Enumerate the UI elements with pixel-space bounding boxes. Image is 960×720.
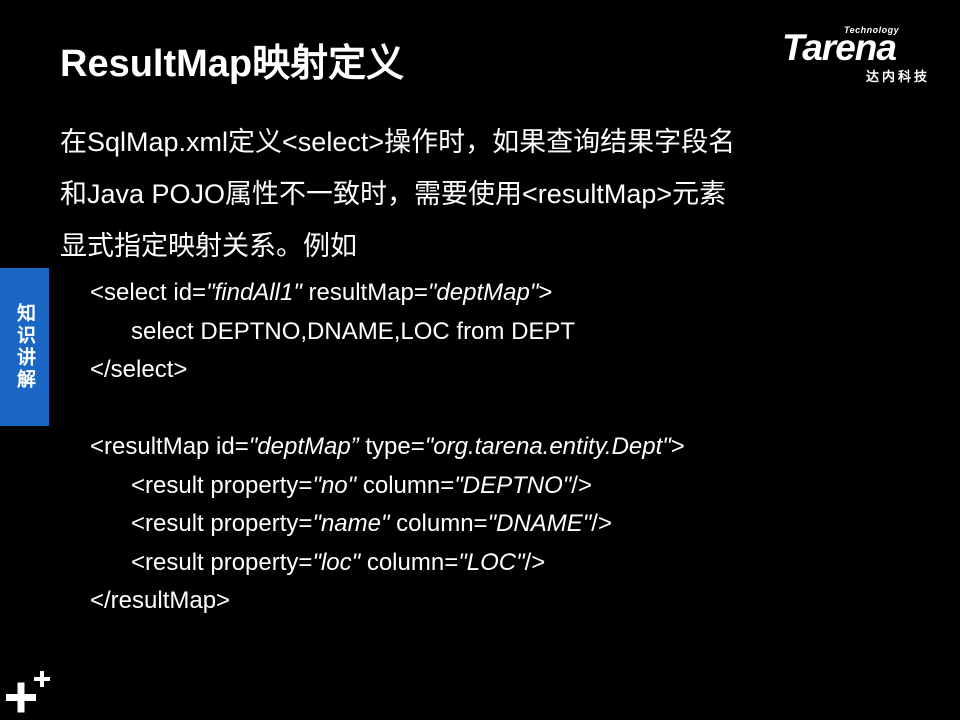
code-text: > xyxy=(538,279,553,306)
code-attr-value: "DNAME" xyxy=(487,510,592,537)
code-text: /> xyxy=(524,548,546,576)
intro-line: 在SqlMap.xml定义<select>操作时，如果查询结果字段名 xyxy=(60,127,736,157)
code-text: <select id= xyxy=(90,279,207,306)
code-line-result: <result property="loc" column="LOC"/> xyxy=(90,544,685,583)
code-text: column= xyxy=(389,510,488,537)
logo-subtitle: 达内科技 xyxy=(866,69,931,84)
code-line-select-body: select DEPTNO,DNAME,LOC from DEPT xyxy=(131,317,576,345)
code-text: /> xyxy=(571,471,592,499)
code-line-result: <result property="no" column="DEPTNO"/> xyxy=(90,467,685,506)
code-text: <result property= xyxy=(131,510,313,537)
code-text: column= xyxy=(360,548,459,576)
code-attr-value: "no" xyxy=(312,471,357,499)
code-example: <select id="findAll1" resultMap="deptMap… xyxy=(90,274,685,621)
code-line-result: <result property="name" column="DNAME"/> xyxy=(90,505,685,544)
intro-line: 显式指定映射关系。例如 xyxy=(60,231,357,261)
code-attr-value: "deptMap" xyxy=(427,279,539,306)
code-line-resultmap-close: </resultMap> xyxy=(90,587,231,614)
code-attr-value: "findAll1" xyxy=(206,279,302,306)
code-text: > xyxy=(670,433,685,460)
code-attr-value: "org.tarena.entity.Dept" xyxy=(424,433,671,460)
code-text: resultMap= xyxy=(301,279,428,306)
code-line-resultmap-open: <resultMap id="deptMap” type="org.tarena… xyxy=(90,428,685,467)
intro-paragraph: 在SqlMap.xml定义<select>操作时，如果查询结果字段名 和Java… xyxy=(60,116,920,272)
code-text: <result property= xyxy=(131,548,313,576)
code-text: column= xyxy=(356,471,455,499)
slide-title: ResultMap映射定义 xyxy=(60,43,405,85)
code-line-select-close: </select> xyxy=(90,356,188,383)
code-attr-value: "loc" xyxy=(312,548,361,576)
side-tab-label: 知识讲解 xyxy=(14,303,35,391)
tarena-logo: Technology Tarena 达内科技 xyxy=(782,22,947,84)
side-tab: 知识讲解 xyxy=(0,268,49,426)
intro-line: 和Java POJO属性不一致时，需要使用<resultMap>元素 xyxy=(60,179,727,209)
plus-plus-icon xyxy=(6,671,50,713)
code-attr-value: "deptMap” xyxy=(248,433,359,460)
code-text: /> xyxy=(591,510,612,537)
code-text: <resultMap id= xyxy=(90,433,249,460)
code-attr-value: "DEPTNO" xyxy=(454,471,572,499)
code-text: type= xyxy=(358,433,425,460)
code-text: <result property= xyxy=(131,471,313,499)
code-attr-value: "LOC" xyxy=(458,548,525,576)
code-attr-value: "name" xyxy=(312,510,390,537)
logo-name: Tarena xyxy=(782,27,897,68)
code-line-select-open: <select id="findAll1" resultMap="deptMap… xyxy=(90,274,685,313)
